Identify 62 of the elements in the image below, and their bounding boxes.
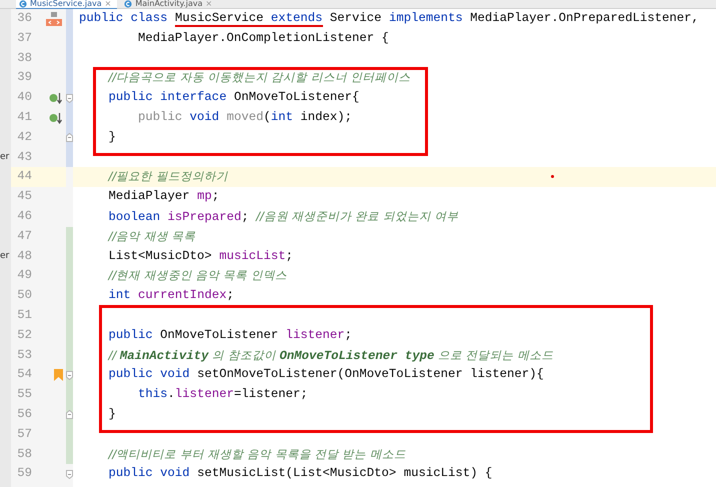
- class-file-icon: [19, 0, 27, 8]
- line-number: 46: [16, 208, 33, 225]
- line-number: 44: [16, 168, 33, 186]
- code-line: List<MusicDto> musicList;: [108, 248, 294, 265]
- code-line: //현재 재생중인 음악 목록 인덱스: [108, 267, 287, 284]
- code-line: this.listener=listener;: [138, 386, 308, 404]
- class-file-icon: [124, 0, 132, 8]
- line-number: 45: [16, 188, 33, 206]
- line-number: 42: [16, 128, 33, 146]
- line-number: 41: [16, 108, 33, 126]
- code-line: boolean isPrepared; //음원 재생준비가 완료 되었는지 여부: [108, 208, 458, 226]
- code-line: public void setMusicList(List<MusicDto> musicList) {: [108, 465, 492, 482]
- code-line: public void setOnMoveToListener(OnMoveToListener listener){: [108, 366, 544, 384]
- line-number: 37: [16, 30, 33, 47]
- fold-start-icon[interactable]: [66, 370, 73, 380]
- code-line: //다음곡으로 자동 이동했는지 감시할 리스너 인터페이스: [108, 69, 411, 86]
- code-line: int currentIndex;: [108, 287, 234, 304]
- line-number: 43: [16, 148, 33, 166]
- line-number: 39: [16, 69, 33, 86]
- code-line: // MainActivity 의 참조값이 OnMoveToListener type 으로 전달되는 메소드: [108, 346, 554, 365]
- code-line: //액티비티로 부터 재생할 음악 목록을 전달 받는 메소드: [108, 446, 406, 463]
- line-number: 58: [16, 446, 33, 463]
- line-number: 56: [16, 406, 33, 423]
- fold-end-icon[interactable]: [66, 410, 73, 420]
- panel-label-fragment: er: [0, 251, 10, 262]
- line-number: 59: [16, 465, 33, 482]
- line-number: 51: [16, 306, 33, 324]
- line-number: 55: [16, 386, 33, 404]
- code-line: //필요한 필드정의하기: [108, 168, 228, 186]
- fold-start-icon[interactable]: [66, 94, 73, 103]
- annotation-dot: [551, 175, 554, 178]
- code-line: public class MusicService extends Service implements MediaPlayer.OnPreparedListener,: [79, 10, 699, 29]
- line-number: 50: [16, 287, 33, 304]
- bookmark-icon[interactable]: [54, 369, 63, 382]
- line-number: 48: [16, 248, 33, 265]
- code-line: }: [108, 406, 116, 423]
- line-number: 40: [16, 89, 33, 106]
- code-line: MediaPlayer.OnCompletionListener {: [138, 30, 389, 47]
- code-line: MediaPlayer mp;: [108, 188, 220, 206]
- file-tab[interactable]: MainActivity.java ×: [121, 0, 218, 8]
- line-number: 57: [16, 426, 33, 443]
- code-line: }: [108, 128, 116, 146]
- code-line: public void moved(int index);: [138, 108, 352, 126]
- line-number: 36: [16, 10, 33, 27]
- implemented-down-arrow-icon[interactable]: [49, 91, 63, 106]
- code-line: public interface OnMoveToListener{: [108, 89, 360, 106]
- tab-label: MainActivity.java: [135, 0, 203, 8]
- overrides-class-icon[interactable]: [45, 12, 63, 26]
- line-number: 47: [16, 228, 33, 245]
- fold-end-icon[interactable]: [66, 133, 73, 142]
- line-number: 53: [16, 346, 33, 364]
- line-number: 52: [16, 326, 33, 344]
- fold-start-icon[interactable]: [66, 470, 73, 479]
- file-tab[interactable]: MusicService.java ×: [16, 0, 118, 9]
- line-number: 38: [16, 50, 33, 67]
- implemented-down-arrow-icon[interactable]: [49, 110, 63, 125]
- code-line: //음악 재생 목록: [108, 228, 196, 245]
- line-number: 49: [16, 267, 33, 284]
- line-number: 54: [16, 366, 33, 384]
- code-line: public OnMoveToListener listener;: [108, 326, 352, 344]
- tab-label: MusicService.java: [30, 0, 102, 8]
- panel-label-fragment: er: [0, 152, 10, 162]
